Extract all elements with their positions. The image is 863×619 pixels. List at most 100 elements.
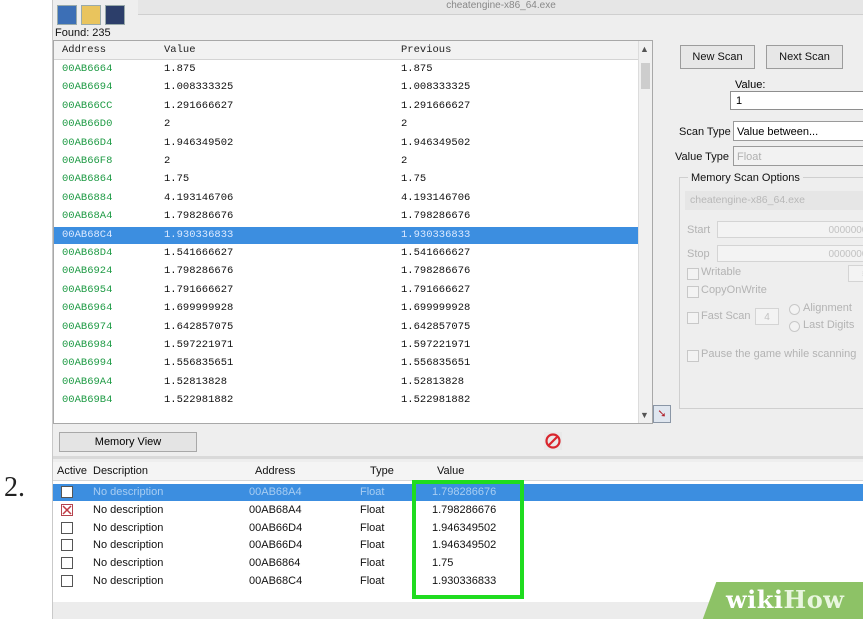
result-row[interactable]: 00AB6864 1.75 1.75	[54, 171, 638, 188]
result-row[interactable]: 00AB69A4 1.52813828 1.52813828	[54, 374, 638, 391]
col-address[interactable]: Address	[255, 465, 295, 477]
last-digits-label: Last Digits	[803, 319, 855, 331]
result-row[interactable]: 00AB6694 1.008333325 1.008333325	[54, 79, 638, 96]
row-address: 00AB66D4	[249, 539, 303, 552]
scroll-thumb[interactable]	[641, 63, 650, 89]
fast-scan-checkbox[interactable]	[687, 312, 699, 324]
result-row[interactable]: 00AB6964 1.699999928 1.699999928	[54, 300, 638, 317]
wikihow-wiki-text: wiki	[726, 585, 784, 614]
result-row[interactable]: 00AB6974 1.642857075 1.642857075	[54, 319, 638, 336]
result-row[interactable]: 00AB6664 1.875 1.875	[54, 61, 638, 78]
result-value: 1.52813828	[164, 375, 228, 388]
col-value[interactable]: Value	[437, 465, 464, 477]
value-input[interactable]: 1	[730, 91, 863, 110]
add-to-list-arrow-icon[interactable]: ➘	[653, 405, 671, 423]
result-previous: 1.291666627	[401, 99, 471, 112]
address-list-row[interactable]: No description 00AB66D4 Float 1.946349502	[53, 537, 863, 554]
result-row[interactable]: 00AB68A4 1.798286676 1.798286676	[54, 208, 638, 225]
result-address: 00AB6864	[62, 173, 113, 186]
scroll-down-icon[interactable]: ▼	[640, 410, 649, 420]
result-row[interactable]: 00AB66F8 2 2	[54, 153, 638, 170]
row-address: 00AB68A4	[249, 503, 302, 516]
result-previous: 4.193146706	[401, 191, 471, 204]
clear-list-icon[interactable]	[544, 432, 562, 450]
value-type-select[interactable]: Float	[733, 146, 863, 166]
row-address: 00AB68A4	[249, 486, 302, 498]
address-list-row[interactable]: No description 00AB68A4 Float 1.798286676	[53, 484, 863, 501]
scan-results-list[interactable]: Address Value Previous 00AB6664 1.875 1.87…	[53, 40, 653, 424]
result-previous: 1.930336833	[401, 228, 471, 241]
col-active[interactable]: Active	[57, 465, 87, 477]
result-previous: 1.798286676	[401, 265, 471, 278]
process-field[interactable]: cheatengine-x86_64.exe	[685, 191, 863, 210]
new-scan-button[interactable]: New Scan	[680, 45, 755, 69]
row-type: Float	[360, 575, 385, 587]
row-type: Float	[360, 557, 385, 570]
row-address: 00AB6864	[249, 557, 301, 570]
results-header-address[interactable]: Address	[62, 44, 106, 56]
col-type[interactable]: Type	[370, 465, 394, 477]
results-header-previous[interactable]: Previous	[401, 44, 451, 56]
result-row[interactable]: 00AB6884 4.193146706 4.193146706	[54, 190, 638, 207]
pause-game-checkbox[interactable]	[687, 350, 699, 362]
panel-splitter[interactable]	[53, 456, 863, 459]
active-checkbox[interactable]	[61, 521, 73, 534]
result-address: 00AB6974	[62, 320, 113, 333]
results-header-value[interactable]: Value	[164, 44, 196, 56]
scroll-up-icon[interactable]: ▲	[640, 44, 649, 54]
result-address: 00AB6964	[62, 302, 113, 315]
active-checkbox[interactable]	[61, 539, 73, 552]
results-scrollbar[interactable]: ▲ ▼	[638, 41, 652, 423]
active-checkbox[interactable]	[61, 503, 73, 516]
address-list-row[interactable]: No description 00AB68A4 Float 1.798286676	[53, 502, 863, 519]
stop-field[interactable]: 00000000	[717, 245, 863, 262]
result-row[interactable]: 00AB66D4 1.946349502 1.946349502	[54, 135, 638, 152]
active-checkbox[interactable]	[61, 575, 73, 587]
result-row[interactable]: 00AB6924 1.798286676 1.798286676	[54, 263, 638, 280]
result-row[interactable]: 00AB68D4 1.541666627 1.541666627	[54, 245, 638, 262]
result-row[interactable]: 00AB69B4 1.522981882 1.522981882	[54, 392, 638, 409]
result-value: 1.791666627	[164, 283, 234, 296]
next-scan-button[interactable]: Next Scan	[766, 45, 843, 69]
result-row[interactable]: 00AB66CC 1.291666627 1.291666627	[54, 98, 638, 115]
writable-state-box[interactable]: ≡	[848, 265, 863, 282]
result-previous: 1.875	[401, 63, 433, 75]
process-select-icon[interactable]	[57, 5, 77, 25]
result-value: 1.798286676	[164, 210, 234, 223]
value-type-label: Value Type	[675, 151, 730, 163]
col-description[interactable]: Description	[93, 465, 148, 477]
result-value: 1.008333325	[164, 81, 234, 94]
address-list-row[interactable]: No description 00AB6864 Float 1.75	[53, 555, 863, 572]
result-value: 1.875	[164, 63, 196, 75]
result-row[interactable]: 00AB66D0 2 2	[54, 116, 638, 133]
row-address: 00AB68C4	[249, 575, 303, 587]
scan-type-select[interactable]: Value between...	[733, 121, 863, 141]
result-value: 4.193146706	[164, 191, 234, 204]
step-number: 2.	[4, 472, 25, 503]
result-row[interactable]: 00AB6984 1.597221971 1.597221971	[54, 337, 638, 354]
row-description: No description	[93, 557, 164, 570]
result-row[interactable]: 00AB6994 1.556835651 1.556835651	[54, 355, 638, 372]
result-row[interactable]: 00AB6954 1.791666627 1.791666627	[54, 282, 638, 299]
start-label: Start	[687, 224, 711, 236]
save-icon[interactable]	[105, 5, 125, 25]
start-field[interactable]: 00000000	[717, 221, 863, 238]
active-checkbox[interactable]	[61, 557, 73, 570]
row-value: 1.946349502	[432, 521, 497, 534]
fast-scan-field[interactable]: 4	[755, 308, 779, 325]
row-type: Float	[360, 521, 385, 534]
copy-on-write-checkbox[interactable]	[687, 286, 699, 298]
address-list-row[interactable]: No description 00AB66D4 Float 1.946349502	[53, 520, 863, 537]
result-address: 00AB66F8	[62, 155, 113, 167]
memory-view-button[interactable]: Memory View	[59, 432, 197, 452]
writable-checkbox[interactable]	[687, 268, 699, 280]
result-address: 00AB68D4	[62, 247, 113, 259]
wikihow-how-text: How	[783, 585, 845, 614]
active-checkbox[interactable]	[61, 486, 73, 498]
address-list[interactable]: Active Description Address Type Value No…	[53, 462, 863, 602]
result-row[interactable]: 00AB68C4 1.930336833 1.930336833	[54, 226, 638, 244]
last-digits-radio[interactable]	[789, 321, 800, 332]
alignment-radio[interactable]	[789, 304, 800, 315]
open-folder-icon[interactable]	[81, 5, 101, 25]
result-value: 1.75	[164, 173, 190, 186]
